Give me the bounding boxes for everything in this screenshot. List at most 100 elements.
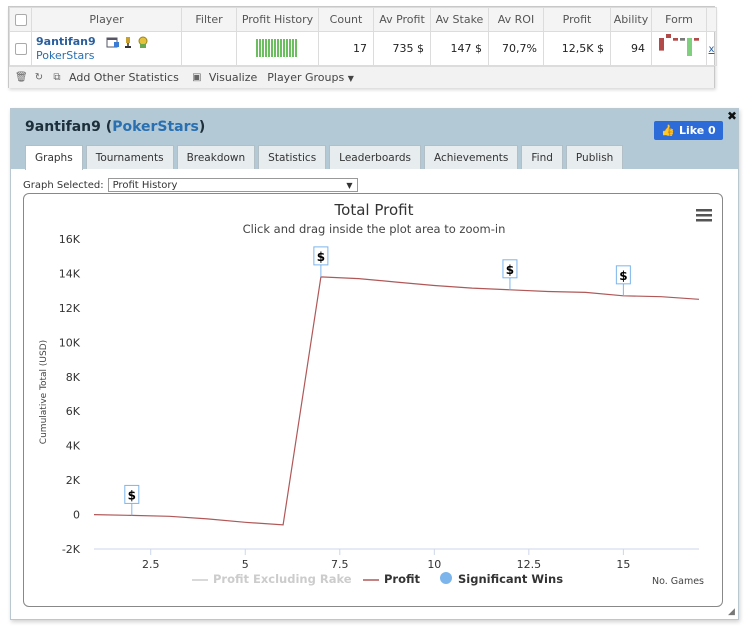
y-tick-label: 6K (66, 405, 81, 418)
x-tick-label: 12.5 (517, 558, 542, 571)
series-line-profit[interactable] (93, 276, 700, 526)
refresh-icon[interactable]: ↻ (33, 72, 45, 83)
tab-publish[interactable]: Publish (565, 145, 624, 169)
form-chart (659, 34, 699, 56)
panel-header: 9antifan9 (PokerStars) 👍 Like 0 ✖ Graphs… (11, 109, 738, 170)
header-av-profit[interactable]: Av Profit (373, 7, 431, 32)
legend-profit-excl-rake-label: Profit Excluding Rake (213, 572, 352, 586)
x-tick-label: 2.5 (142, 558, 160, 571)
header-profit[interactable]: Profit (543, 7, 611, 32)
legend-significant-wins-swatch (440, 572, 452, 584)
header-av-roi[interactable]: Av ROI (488, 7, 544, 32)
resize-handle-icon[interactable]: ◢ (728, 607, 735, 617)
select-all-header (9, 7, 32, 32)
chart-legend: Profit Excluding Rake Profit Significant… (192, 572, 563, 586)
x-tick-label: 5 (242, 558, 249, 571)
significant-win-flag[interactable]: $ (615, 265, 631, 296)
header-av-stake[interactable]: Av Stake (430, 7, 489, 32)
y-tick-label: -2K (62, 543, 81, 556)
flag-label: $ (317, 250, 325, 264)
x-tick-label: 7.5 (331, 558, 349, 571)
panel-tabs: Graphs Tournaments Breakdown Statistics … (25, 145, 624, 170)
chart-title: Total Profit (334, 201, 414, 219)
panel-site-link[interactable]: PokerStars (112, 119, 199, 135)
player-groups-button[interactable]: Player Groups ▼ (267, 71, 354, 84)
legend-significant-wins-label: Significant Wins (458, 572, 563, 586)
tab-statistics[interactable]: Statistics (258, 145, 327, 169)
player-cell: 9antifan9 PokerStars (31, 31, 182, 66)
player-site-link[interactable]: PokerStars (36, 49, 95, 62)
filter-cell[interactable] (181, 31, 237, 66)
x-tick-label: 15 (616, 558, 630, 571)
header-profit-history[interactable]: Profit History (236, 7, 319, 32)
table-row: 9antifan9 PokerStars 17 735 $ 147 $ 70,7… (9, 31, 717, 66)
y-axis-label: Cumulative Total (USD) (39, 340, 49, 444)
av-stake-cell: 147 $ (430, 31, 489, 66)
form-bar (673, 38, 678, 41)
panel-title: 9antifan9 (PokerStars) (25, 119, 206, 135)
significant-win-flag[interactable]: $ (502, 259, 518, 290)
av-roi-cell: 70,7% (488, 31, 544, 66)
chart-container: Total Profit Click and drag inside the p… (23, 193, 723, 607)
trophy-icon[interactable] (124, 36, 132, 48)
header-filter[interactable]: Filter (181, 7, 237, 32)
chart-subtitle: Click and drag inside the plot area to z… (243, 222, 506, 236)
flag-label: $ (619, 269, 627, 283)
close-icon[interactable]: ✖ (727, 109, 737, 123)
chart-series (93, 276, 700, 526)
chart-menu-icon[interactable] (696, 209, 712, 222)
ability-cell: 94 (610, 31, 652, 66)
legend-profit-excl-rake[interactable]: Profit Excluding Rake (192, 572, 352, 586)
badge-icon[interactable] (137, 36, 149, 48)
legend-profit-label: Profit (384, 572, 421, 586)
table-toolbar: 🗑 ↻ ⧉ Add Other Statistics ▣ Visualize P… (9, 66, 714, 88)
remove-player-link[interactable]: x (709, 44, 715, 55)
row-checkbox[interactable] (14, 43, 27, 55)
form-bar (680, 38, 685, 41)
significant-win-markers: $ $ $ $ (124, 246, 631, 516)
header-ability[interactable]: Ability (610, 7, 652, 32)
select-all-checkbox[interactable] (14, 14, 27, 26)
like-label: Like 0 (678, 124, 716, 137)
facebook-like-button[interactable]: 👍 Like 0 (654, 121, 723, 140)
form-bar (659, 38, 664, 51)
graph-selected-value: Profit History (112, 179, 178, 191)
legend-significant-wins[interactable]: Significant Wins (440, 572, 563, 586)
tab-leaderboards[interactable]: Leaderboards (329, 145, 421, 169)
av-profit-cell: 735 $ (373, 31, 431, 66)
header-count[interactable]: Count (318, 7, 374, 32)
graph-select-dropdown[interactable]: Profit History ▼ (107, 178, 358, 192)
y-tick-label: 10K (59, 336, 81, 349)
profit-history-sparkbars (255, 39, 297, 57)
panel-player-name: 9antifan9 (25, 119, 101, 135)
flag-label: $ (128, 488, 136, 502)
header-form[interactable]: Form (651, 7, 707, 32)
profit-chart[interactable]: Total Profit Click and drag inside the p… (24, 194, 722, 606)
table-header-row: Player Filter Profit History Count Av Pr… (9, 7, 717, 32)
remove-cell: x (706, 31, 717, 66)
x-tick-label: 10 (427, 558, 441, 571)
row-select-cell (9, 31, 32, 66)
calendar-icon[interactable] (106, 36, 119, 48)
tab-tournaments[interactable]: Tournaments (85, 145, 174, 169)
y-tick-label: 0 (73, 509, 80, 522)
legend-profit[interactable]: Profit (363, 572, 421, 586)
significant-win-flag[interactable]: $ (124, 484, 140, 516)
form-bar (666, 34, 671, 38)
tab-achievements[interactable]: Achievements (423, 145, 519, 169)
add-stats-button[interactable]: Add Other Statistics (69, 71, 179, 84)
trash-icon[interactable]: 🗑 (15, 72, 28, 83)
add-columns-icon: ⧉ (53, 72, 61, 83)
y-tick-label: 14K (59, 267, 81, 280)
player-name-link[interactable]: 9antifan9 (36, 35, 96, 49)
tab-graphs[interactable]: Graphs (25, 145, 83, 170)
dropdown-arrow-icon: ▼ (346, 180, 353, 190)
profit-history-cell[interactable] (236, 31, 319, 66)
header-player[interactable]: Player (31, 7, 182, 32)
x-axis-label: No. Games (652, 576, 704, 587)
tab-breakdown[interactable]: Breakdown (176, 145, 256, 169)
chart-axes: -2K 0 2K 4K 6K 8K 10K 12K 14K 16K 2.5 5 7.5 10 12.5 15 (59, 233, 699, 571)
tab-find[interactable]: Find (521, 145, 563, 169)
visualize-button[interactable]: Visualize (209, 71, 257, 84)
significant-win-flag[interactable]: $ (313, 246, 329, 277)
